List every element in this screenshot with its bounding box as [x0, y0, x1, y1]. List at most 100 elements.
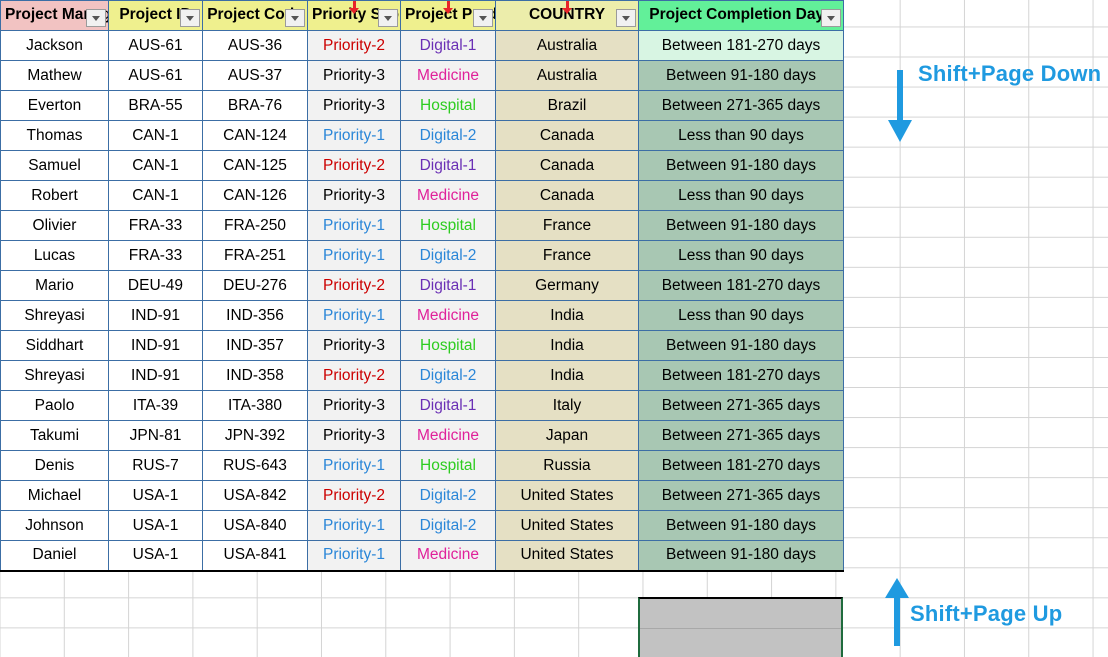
cell-manager[interactable]: Mathew	[0, 60, 109, 91]
cell-country[interactable]: Germany	[495, 270, 639, 301]
cell-product[interactable]: Hospital	[400, 210, 496, 241]
cell-days[interactable]: Less than 90 days	[638, 180, 844, 211]
cell-days[interactable]: Between 91-180 days	[638, 210, 844, 241]
cell-days[interactable]: Between 271-365 days	[638, 90, 844, 121]
cell-manager[interactable]: Shreyasi	[0, 360, 109, 391]
cell-country[interactable]: France	[495, 240, 639, 271]
cell-country[interactable]: India	[495, 300, 639, 331]
selected-empty-cells-block[interactable]	[638, 597, 843, 657]
filter-dropdown-days[interactable]	[821, 9, 841, 27]
cell-days[interactable]: Between 181-270 days	[638, 450, 844, 481]
cell-days[interactable]: Between 91-180 days	[638, 150, 844, 181]
cell-code[interactable]: FRA-250	[202, 210, 308, 241]
cell-manager[interactable]: Lucas	[0, 240, 109, 271]
cell-priority[interactable]: Priority-3	[307, 90, 401, 121]
cell-country[interactable]: Australia	[495, 60, 639, 91]
cell-manager[interactable]: Siddhart	[0, 330, 109, 361]
cell-days[interactable]: Between 271-365 days	[638, 390, 844, 421]
cell-id[interactable]: RUS-7	[108, 450, 203, 481]
cell-days[interactable]: Between 91-180 days	[638, 510, 844, 541]
cell-manager[interactable]: Denis	[0, 450, 109, 481]
cell-product[interactable]: Digital-2	[400, 360, 496, 391]
cell-country[interactable]: Italy	[495, 390, 639, 421]
cell-priority[interactable]: Priority-1	[307, 120, 401, 151]
cell-code[interactable]: FRA-251	[202, 240, 308, 271]
cell-priority[interactable]: Priority-3	[307, 330, 401, 361]
cell-product[interactable]: Hospital	[400, 90, 496, 121]
cell-priority[interactable]: Priority-2	[307, 480, 401, 511]
cell-product[interactable]: Medicine	[400, 300, 496, 331]
cell-code[interactable]: IND-358	[202, 360, 308, 391]
cell-country[interactable]: Australia	[495, 30, 639, 61]
cell-product[interactable]: Medicine	[400, 540, 496, 572]
cell-manager[interactable]: Olivier	[0, 210, 109, 241]
cell-manager[interactable]: Paolo	[0, 390, 109, 421]
cell-priority[interactable]: Priority-2	[307, 30, 401, 61]
cell-product[interactable]: Hospital	[400, 450, 496, 481]
cell-manager[interactable]: Mario	[0, 270, 109, 301]
cell-code[interactable]: CAN-125	[202, 150, 308, 181]
cell-code[interactable]: USA-841	[202, 540, 308, 572]
filter-dropdown-code[interactable]	[285, 9, 305, 27]
cell-country[interactable]: Canada	[495, 150, 639, 181]
cell-id[interactable]: DEU-49	[108, 270, 203, 301]
cell-priority[interactable]: Priority-1	[307, 300, 401, 331]
cell-code[interactable]: RUS-643	[202, 450, 308, 481]
cell-country[interactable]: United States	[495, 540, 639, 572]
cell-id[interactable]: ITA-39	[108, 390, 203, 421]
cell-product[interactable]: Medicine	[400, 180, 496, 211]
cell-product[interactable]: Digital-1	[400, 270, 496, 301]
cell-priority[interactable]: Priority-1	[307, 540, 401, 572]
cell-country[interactable]: Brazil	[495, 90, 639, 121]
cell-country[interactable]: Russia	[495, 450, 639, 481]
cell-code[interactable]: CAN-126	[202, 180, 308, 211]
cell-id[interactable]: USA-1	[108, 510, 203, 541]
cell-days[interactable]: Between 181-270 days	[638, 360, 844, 391]
cell-priority[interactable]: Priority-2	[307, 360, 401, 391]
cell-code[interactable]: AUS-37	[202, 60, 308, 91]
cell-priority[interactable]: Priority-3	[307, 390, 401, 421]
cell-manager[interactable]: Robert	[0, 180, 109, 211]
cell-days[interactable]: Less than 90 days	[638, 300, 844, 331]
cell-manager[interactable]: Jackson	[0, 30, 109, 61]
cell-product[interactable]: Medicine	[400, 60, 496, 91]
cell-code[interactable]: IND-356	[202, 300, 308, 331]
cell-manager[interactable]: Takumi	[0, 420, 109, 451]
cell-id[interactable]: USA-1	[108, 540, 203, 572]
cell-country[interactable]: Japan	[495, 420, 639, 451]
cell-country[interactable]: Canada	[495, 180, 639, 211]
cell-id[interactable]: IND-91	[108, 360, 203, 391]
cell-days[interactable]: Between 271-365 days	[638, 480, 844, 511]
cell-priority[interactable]: Priority-3	[307, 180, 401, 211]
cell-manager[interactable]: Everton	[0, 90, 109, 121]
cell-priority[interactable]: Priority-1	[307, 450, 401, 481]
filter-dropdown-priority[interactable]	[378, 9, 398, 27]
cell-priority[interactable]: Priority-3	[307, 420, 401, 451]
cell-code[interactable]: AUS-36	[202, 30, 308, 61]
cell-manager[interactable]: Shreyasi	[0, 300, 109, 331]
cell-id[interactable]: CAN-1	[108, 150, 203, 181]
cell-id[interactable]: AUS-61	[108, 60, 203, 91]
cell-manager[interactable]: Daniel	[0, 540, 109, 572]
cell-id[interactable]: BRA-55	[108, 90, 203, 121]
cell-country[interactable]: Canada	[495, 120, 639, 151]
cell-manager[interactable]: Thomas	[0, 120, 109, 151]
cell-manager[interactable]: Johnson	[0, 510, 109, 541]
filter-dropdown-id[interactable]	[180, 9, 200, 27]
cell-priority[interactable]: Priority-1	[307, 510, 401, 541]
cell-id[interactable]: AUS-61	[108, 30, 203, 61]
cell-product[interactable]: Hospital	[400, 330, 496, 361]
cell-product[interactable]: Digital-2	[400, 120, 496, 151]
cell-product[interactable]: Medicine	[400, 420, 496, 451]
cell-days[interactable]: Between 181-270 days	[638, 30, 844, 61]
cell-code[interactable]: BRA-76	[202, 90, 308, 121]
cell-days[interactable]: Between 91-180 days	[638, 330, 844, 361]
cell-product[interactable]: Digital-1	[400, 390, 496, 421]
cell-code[interactable]: IND-357	[202, 330, 308, 361]
cell-days[interactable]: Between 271-365 days	[638, 420, 844, 451]
cell-days[interactable]: Between 91-180 days	[638, 60, 844, 91]
cell-country[interactable]: India	[495, 330, 639, 361]
cell-code[interactable]: DEU-276	[202, 270, 308, 301]
cell-product[interactable]: Digital-2	[400, 240, 496, 271]
cell-id[interactable]: USA-1	[108, 480, 203, 511]
